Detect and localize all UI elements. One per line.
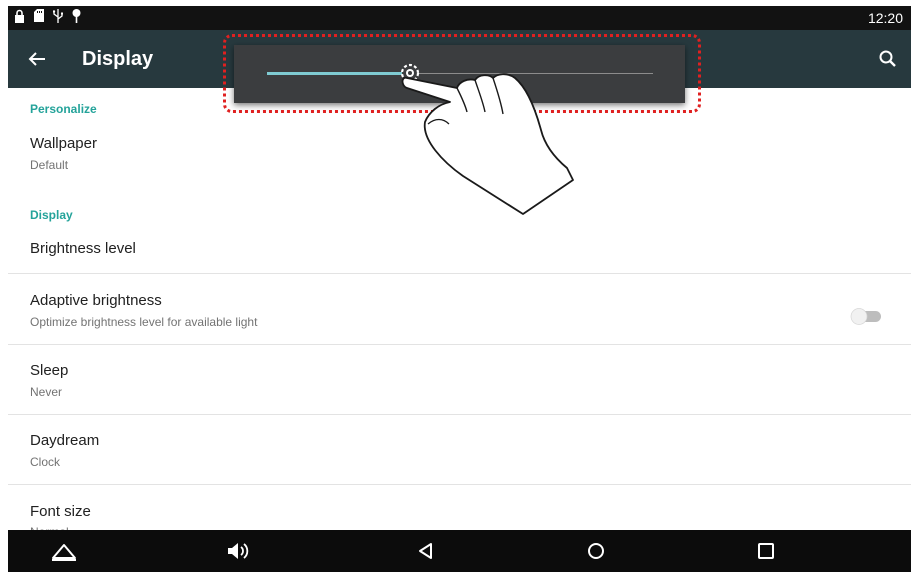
section-header-display: Display [30,208,73,222]
daydream-title: Daydream [30,432,100,449]
wallpaper-title: Wallpaper [30,135,97,152]
hand-pointer-icon [401,73,574,215]
status-icons [14,8,81,28]
font-size-title: Font size [30,503,91,520]
brightness-level-title: Brightness level [30,240,136,257]
clock: 12:20 [867,10,903,26]
arrow-left-icon[interactable] [24,46,50,72]
adaptive-brightness-toggle[interactable] [849,306,885,326]
home-circle-icon[interactable] [584,540,608,562]
volume-icon[interactable] [226,540,250,562]
daydream-summary: Clock [30,455,61,469]
recents-square-icon[interactable] [754,540,778,562]
navigation-bar [8,530,911,572]
divider [8,344,911,345]
wallpaper-summary: Default [30,158,69,172]
section-header-personalize: Personalize [30,102,97,116]
sleep-summary: Never [30,385,63,399]
usb-icon [52,8,63,28]
back-icon[interactable] [414,540,438,562]
sleep-title: Sleep [30,362,69,379]
home-triangle-icon[interactable] [51,540,76,562]
adaptive-brightness-title: Adaptive brightness [30,292,162,309]
adaptive-brightness-summary: Optimize brightness level for available … [30,315,258,329]
divider [8,273,911,274]
sd-card-icon [34,9,44,27]
search-icon[interactable] [877,48,899,70]
status-bar: 12:20 [8,6,911,30]
divider [8,484,911,485]
lock-icon [14,9,25,28]
divider [8,414,911,415]
page-title: Display [82,48,154,70]
location-pin-icon [72,8,81,28]
